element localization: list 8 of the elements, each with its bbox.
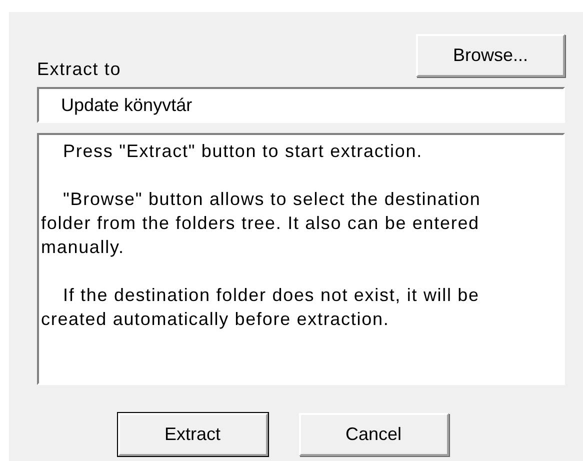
cancel-button[interactable]: Cancel [298,413,448,456]
extract-button[interactable]: Extract [118,413,268,456]
destination-field[interactable]: Update könyvtár [37,87,565,123]
field-label: Extract to [37,59,122,80]
info-paragraph: "Browse" button allows to select the destination folder from the folders tree. It also can be entered manually. [41,188,482,259]
info-paragraph: Press "Extract" button to start extraction. [62,140,424,163]
info-paragraph: If the destination folder does not exist, it will be created automatically before extraction. [41,284,480,331]
browse-button[interactable]: Browse... [416,34,565,77]
